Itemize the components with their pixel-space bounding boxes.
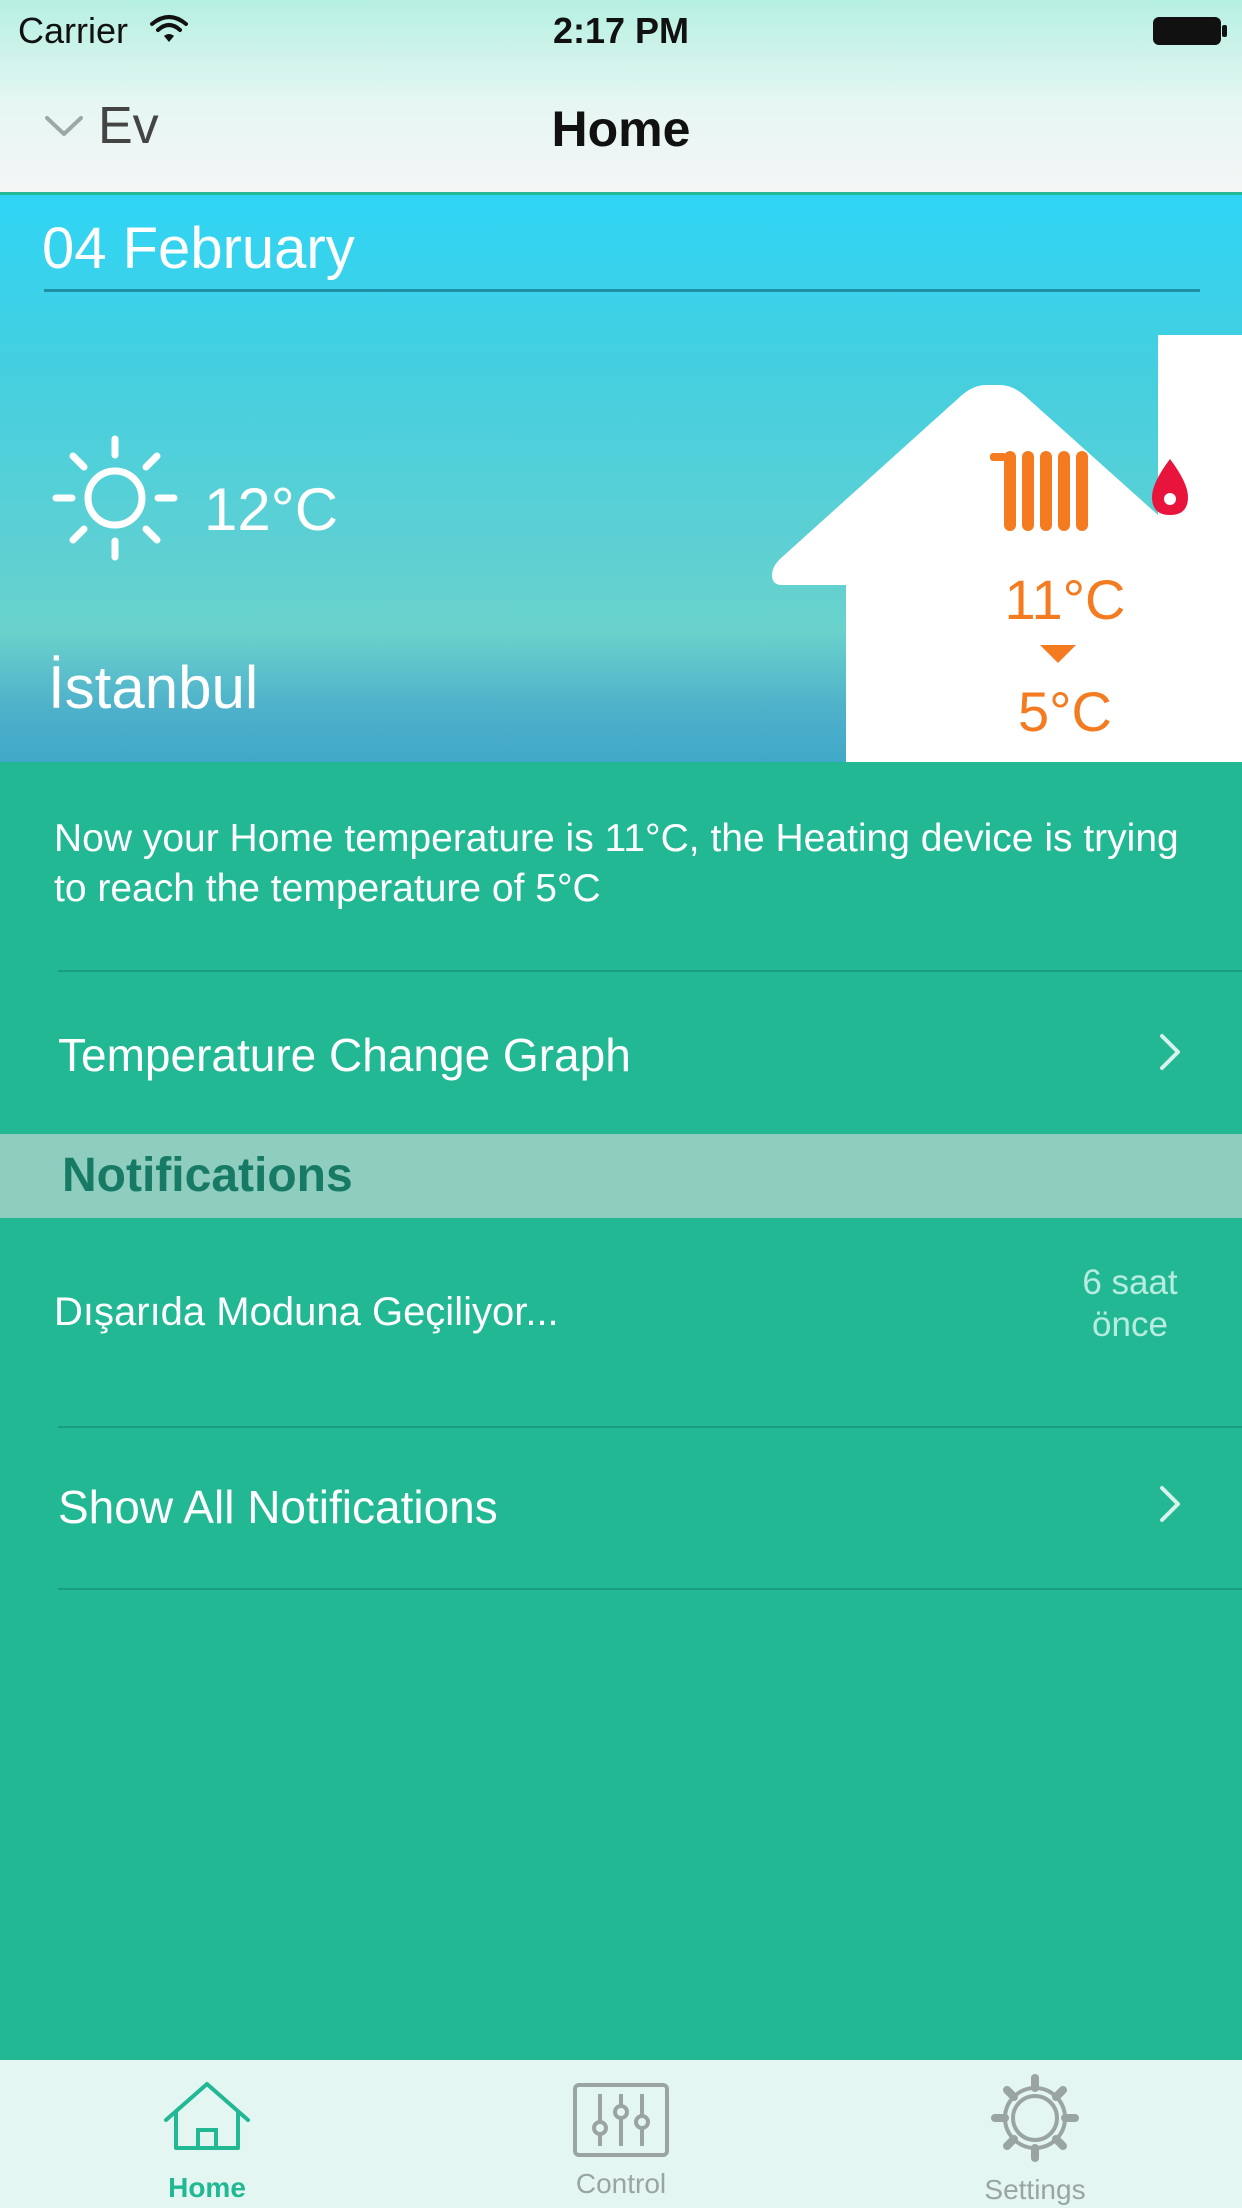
target-temperature: 5°C (1018, 680, 1112, 743)
tab-control-label: Control (575, 2168, 667, 2199)
main-content: Now your Home temperature is 11°C, the H… (0, 762, 1242, 2060)
tab-control[interactable]: Control (414, 2060, 828, 2208)
date-divider (44, 289, 1200, 292)
city-name: İstanbul (48, 654, 259, 721)
gear-icon (991, 2074, 1079, 2162)
notification-title: Dışarıda Moduna Geçiliyor... (54, 1290, 559, 1334)
top-bar: Carrier 2:17 PM Ev Home (0, 0, 1242, 195)
notification-time: 6 saat önce (1060, 1262, 1200, 1346)
notifications-header-label: Notifications (62, 1149, 353, 1202)
navigation-bar: Ev Home (0, 62, 1242, 190)
tab-settings-label: Settings (984, 2174, 1086, 2205)
outdoor-temperature: 12°C (204, 476, 339, 543)
tab-bar: Home Control Settings (0, 2060, 1242, 2208)
notifications-section-header: Notifications (0, 1134, 1242, 1218)
notification-time-line1: 6 saat (1082, 1263, 1178, 1302)
tab-settings[interactable]: Settings (828, 2060, 1242, 2208)
temperature-graph-label: Temperature Change Graph (58, 1029, 631, 1081)
page-title: Home (551, 101, 691, 157)
tab-home[interactable]: Home (0, 2060, 414, 2208)
notification-time-line2: önce (1092, 1305, 1168, 1344)
status-bar: Carrier 2:17 PM (0, 0, 1242, 62)
radiator-icon[interactable] (990, 445, 1100, 535)
app: Carrier 2:17 PM Ev Home 04 February 12°C… (0, 0, 1242, 2208)
chevron-right-icon (1160, 1034, 1180, 1070)
flame-icon (1152, 459, 1188, 515)
arrow-down-icon (1040, 645, 1076, 663)
battery-icon (1153, 17, 1227, 45)
sun-icon (52, 435, 178, 561)
divider (58, 1588, 1242, 1590)
show-all-notifications-row[interactable]: Show All Notifications (0, 1426, 1242, 1588)
chevron-right-icon (1160, 1486, 1180, 1522)
sliders-icon (573, 2083, 669, 2157)
weather-header: 04 February 12°C İstanbul 11°C 5°C (0, 195, 1242, 762)
notification-item[interactable]: Dışarıda Moduna Geçiliyor... 6 saat önce (0, 1218, 1242, 1424)
tab-home-label: Home (168, 2172, 246, 2203)
house-icon (164, 2082, 250, 2150)
date-label: 04 February (42, 216, 355, 281)
temperature-graph-row[interactable]: Temperature Change Graph (0, 972, 1242, 1134)
status-time: 2:17 PM (552, 10, 690, 51)
status-message: Now your Home temperature is 11°C, the H… (54, 817, 1179, 910)
indoor-temperature: 11°C (1004, 568, 1126, 631)
show-all-notifications-label: Show All Notifications (58, 1481, 498, 1533)
